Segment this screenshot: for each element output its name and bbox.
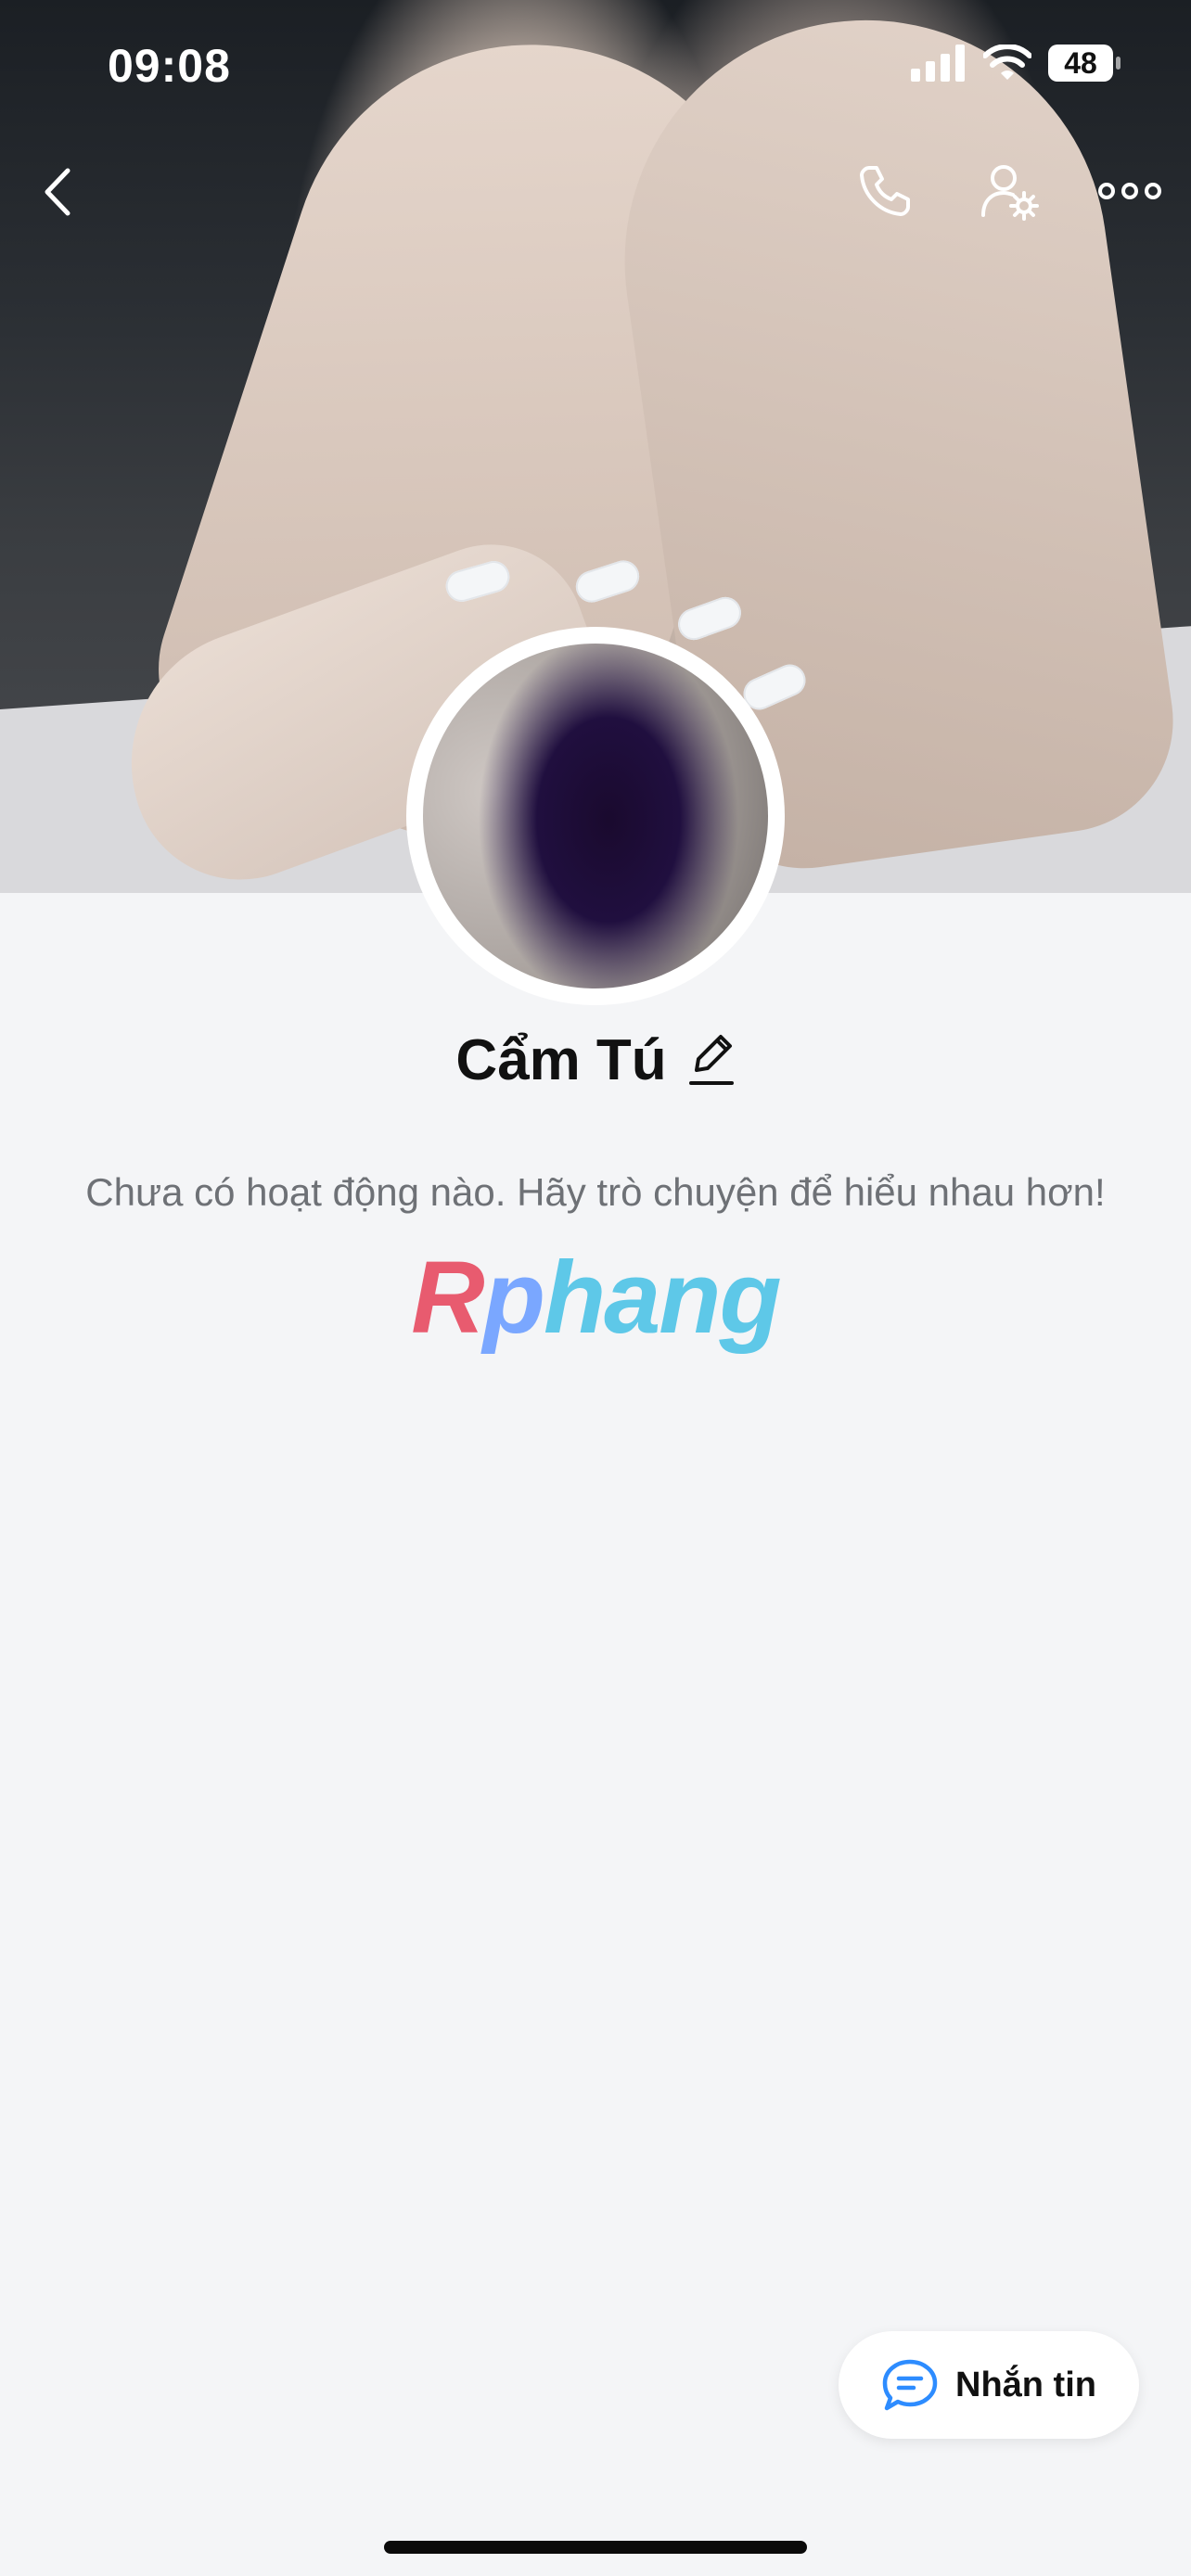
wifi-icon <box>983 45 1031 80</box>
chevron-left-icon <box>45 168 70 216</box>
back-button[interactable] <box>32 159 83 224</box>
phone-icon <box>860 166 910 216</box>
status-bar: 09:08 48 <box>0 0 1191 130</box>
profile-name-row: Cẩm Tú <box>0 1027 1191 1093</box>
cellular-signal-icon <box>911 45 965 82</box>
watermark-segment: R <box>411 1241 484 1355</box>
status-icons: 48 <box>911 45 1121 82</box>
battery-indicator: 48 <box>1048 45 1121 82</box>
watermark-logo: Rphang <box>0 1239 1191 1357</box>
pencil-icon <box>688 1035 734 1085</box>
more-button[interactable] <box>1095 172 1165 210</box>
message-button-label: Nhắn tin <box>955 2365 1096 2404</box>
chat-bubble-icon <box>882 2359 938 2411</box>
more-icon <box>1098 183 1161 199</box>
profile-name: Cẩm Tú <box>455 1028 667 1092</box>
activity-empty-text: Chưa có hoạt động nào. Hãy trò chuyện để… <box>85 1170 1106 1214</box>
profile-settings-button[interactable] <box>976 158 1044 226</box>
status-time: 09:08 <box>108 40 231 92</box>
avatar[interactable] <box>423 644 768 988</box>
edit-name-button[interactable] <box>687 1029 736 1091</box>
user-gear-icon <box>981 165 1039 221</box>
call-button[interactable] <box>852 158 916 223</box>
home-indicator[interactable] <box>384 2541 807 2554</box>
watermark-segment: p <box>482 1241 545 1355</box>
message-button[interactable]: Nhắn tin <box>839 2331 1139 2439</box>
avatar-ring <box>406 627 785 1005</box>
watermark-segment: hang <box>543 1241 782 1355</box>
